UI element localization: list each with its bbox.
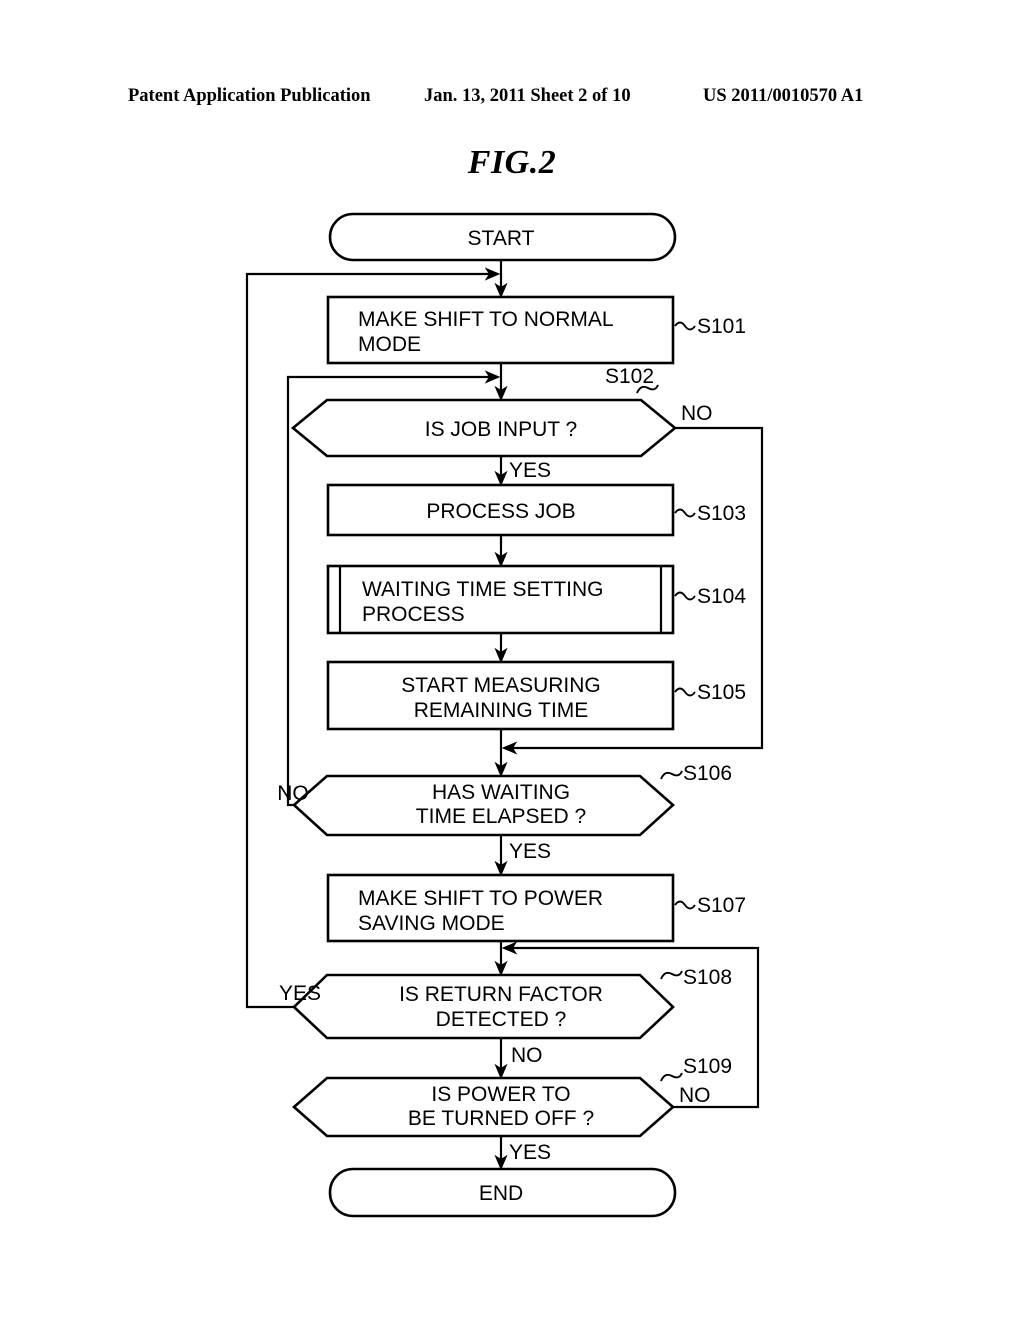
patent-figure-page: Patent Application Publication Jan. 13, …: [0, 0, 1024, 1320]
step-label-s108: S108: [683, 966, 732, 989]
node-s103-label: PROCESS JOB: [426, 500, 575, 523]
step-label-s109: S109: [683, 1055, 732, 1078]
node-s104-label-line1: WAITING TIME SETTING: [362, 578, 604, 601]
step-label-s103: S103: [697, 502, 746, 525]
node-s109-label-line2: BE TURNED OFF ?: [408, 1107, 594, 1130]
step-label-s105: S105: [697, 681, 746, 704]
node-s105-label-line1: START MEASURING: [401, 674, 601, 697]
step-label-s106: S106: [683, 762, 732, 785]
node-s101[interactable]: MAKE SHIFT TO NORMAL MODE S101: [326, 295, 746, 365]
flowchart-diagram: START MAKE SHIFT TO NORMAL MODE S101 IS …: [245, 212, 764, 1218]
node-s102-label: IS JOB INPUT ?: [425, 418, 578, 441]
node-s101-label-line1: MAKE SHIFT TO NORMAL: [358, 308, 614, 331]
node-end-label: END: [479, 1182, 523, 1205]
node-s109-label-line1: IS POWER TO: [431, 1083, 570, 1106]
step-label-s107: S107: [697, 894, 746, 917]
node-start[interactable]: START: [328, 212, 677, 262]
branch-label-s109-yes: YES: [509, 1141, 551, 1164]
step-label-s104: S104: [697, 585, 746, 608]
node-s108-label-line2: DETECTED ?: [436, 1008, 567, 1031]
node-s106-label-line1: HAS WAITING: [432, 781, 570, 804]
node-s103[interactable]: PROCESS JOB S103: [326, 483, 746, 537]
node-s107-label-line2: SAVING MODE: [358, 912, 505, 935]
node-s101-label-line2: MODE: [358, 333, 421, 356]
node-s106[interactable]: HAS WAITING TIME ELAPSED ? S106 NO YES: [277, 762, 732, 863]
node-s104-label-line2: PROCESS: [362, 603, 465, 626]
node-s106-label-line2: TIME ELAPSED ?: [416, 805, 586, 828]
branch-label-s108-yes: YES: [279, 982, 321, 1005]
branch-label-s106-no: NO: [277, 782, 309, 805]
node-s108[interactable]: IS RETURN FACTOR DETECTED ? S108 YES NO: [279, 966, 732, 1067]
node-s102[interactable]: IS JOB INPUT ? S102 NO YES: [290, 365, 713, 482]
node-s107[interactable]: MAKE SHIFT TO POWER SAVING MODE S107: [326, 873, 746, 943]
branch-label-s106-yes: YES: [509, 840, 551, 863]
node-s105[interactable]: START MEASURING REMAINING TIME S105: [326, 660, 746, 731]
node-s107-label-line1: MAKE SHIFT TO POWER: [358, 887, 603, 910]
branch-label-s102-yes: YES: [509, 459, 551, 482]
node-start-label: START: [468, 227, 535, 250]
step-label-s101: S101: [697, 315, 746, 338]
branch-label-s109-no: NO: [679, 1084, 711, 1107]
branch-label-s108-no: NO: [511, 1044, 543, 1067]
node-s109[interactable]: IS POWER TO BE TURNED OFF ? S109 NO YES: [292, 1055, 732, 1164]
node-s108-label-line1: IS RETURN FACTOR: [399, 983, 603, 1006]
node-s105-label-line2: REMAINING TIME: [414, 699, 589, 722]
node-s104[interactable]: WAITING TIME SETTING PROCESS S104: [326, 564, 746, 635]
step-label-s102: S102: [605, 365, 654, 388]
branch-label-s102-no: NO: [681, 402, 713, 425]
node-end[interactable]: END: [328, 1167, 677, 1218]
